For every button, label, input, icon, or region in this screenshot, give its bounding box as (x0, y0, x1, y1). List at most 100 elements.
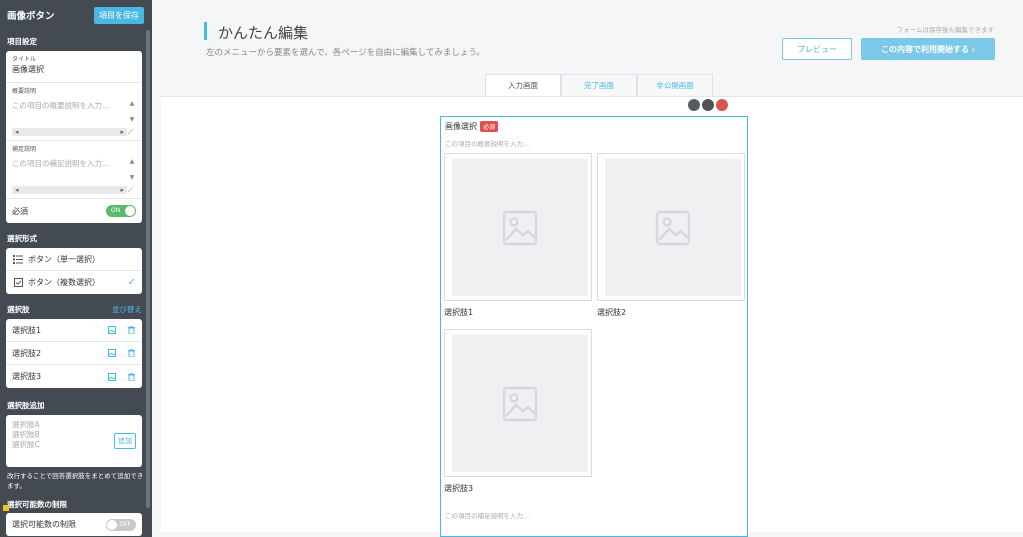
toggle-state: OFF (119, 520, 131, 528)
supplement-hscroll[interactable]: ◂ ▸ (12, 186, 127, 194)
delete-icon[interactable] (716, 99, 728, 111)
image-placeholder (452, 159, 588, 296)
summary-textarea[interactable]: この項目の概要説明を入力... (12, 96, 136, 111)
question-supplement: この項目の補足説明を入力... (445, 512, 530, 520)
add-placeholder-line: 選択肢B (12, 430, 40, 439)
question-title-row: 画像選択 必須 (445, 121, 499, 132)
list-icon (12, 254, 24, 264)
add-options-card: 選択肢A 選択肢B 選択肢C 追加 (6, 415, 142, 467)
options-label: 選択肢 (7, 305, 30, 314)
choice-label: 選択肢3 (444, 484, 474, 493)
option-row[interactable]: 選択肢3 (6, 365, 142, 388)
preview-button[interactable]: プレビュー (782, 38, 852, 60)
toggle-knob (125, 206, 135, 216)
supplement-field[interactable]: 補足説明 この項目の補足説明を入力... ▲ ▼ ◂ ▸ ⟋ (6, 141, 142, 199)
copy-icon[interactable] (702, 99, 714, 111)
move-handle-icon[interactable] (688, 99, 700, 111)
options-header: 選択肢 並び替え (0, 304, 152, 315)
image-placeholder (452, 335, 588, 472)
page-title: かんたん編集 (218, 24, 309, 42)
title-field[interactable]: タイトル 画像選択 (6, 51, 142, 83)
page-subtitle: 左のメニューから要素を選んで、各ページを自由に編集してみましょう。 (206, 48, 485, 58)
question-title: 画像選択 (445, 122, 477, 131)
selection-type-label: 選択形式 (7, 234, 37, 243)
reorder-link[interactable]: 並び替え (112, 304, 142, 315)
image-placeholder (605, 159, 741, 296)
summary-hscroll[interactable]: ◂ ▸ (12, 128, 127, 136)
sidebar-scrollbar[interactable] (146, 30, 150, 508)
required-label: 必須 (12, 206, 28, 216)
check-icon: ✓ (127, 277, 136, 288)
image-icon[interactable] (107, 325, 117, 335)
image-icon[interactable] (107, 372, 117, 382)
limit-section-label: 選択可能数の制限 (7, 500, 67, 509)
summary-field-label: 概要説明 (12, 88, 37, 95)
toggle-state: ON (111, 207, 121, 214)
title-field-value[interactable]: 画像選択 (12, 64, 136, 76)
supplement-textarea[interactable]: この項目の補足説明を入力... (12, 154, 136, 169)
trash-icon[interactable] (126, 325, 136, 335)
item-settings-label: 項目設定 (7, 37, 37, 46)
option-label[interactable]: 選択肢1 (12, 325, 98, 336)
required-toggle[interactable]: ON (106, 205, 136, 217)
option-label[interactable]: 選択肢2 (12, 348, 98, 359)
limit-toggle[interactable]: OFF (106, 518, 136, 531)
image-choice[interactable] (597, 153, 745, 301)
sidebar: 画像ボタン 項目を保存 項目設定 タイトル 画像選択 概要説明 この項目の概要説… (0, 0, 152, 537)
limit-row-label: 選択可能数の制限 (12, 520, 76, 529)
option-row[interactable]: 選択肢1 (6, 319, 142, 342)
item-settings-card: タイトル 画像選択 概要説明 この項目の概要説明を入力... ▲ ▼ ◂ ▸ ⟋ 補… (6, 51, 142, 223)
question-description: この項目の概要説明を入力... (445, 140, 530, 148)
resize-grip-icon[interactable]: ⟋ (128, 128, 136, 136)
resize-grip-icon[interactable]: ⟋ (128, 186, 136, 194)
required-row: 必須 ON (6, 199, 142, 223)
title-field-label: タイトル (12, 56, 37, 63)
add-options-label: 選択肢追加 (7, 401, 45, 410)
add-placeholder-line: 選択肢A (12, 420, 40, 429)
sidebar-title: 画像ボタン (7, 11, 55, 22)
scroll-left-icon[interactable]: ◂ (15, 186, 19, 194)
selection-type-card: ボタン（単一選択） ボタン（複数選択） ✓ (6, 248, 142, 294)
summary-vscroll[interactable]: ▲ ▼ (128, 100, 136, 124)
scroll-left-icon[interactable]: ◂ (15, 128, 19, 136)
limit-card: 選択可能数の制限 OFF (6, 513, 142, 536)
add-options-textarea[interactable]: 選択肢A 選択肢B 選択肢C (12, 420, 109, 462)
selection-type-label-multiple: ボタン（複数選択） (28, 278, 100, 287)
add-options-button[interactable]: 追加 (114, 433, 136, 449)
image-choice[interactable] (444, 153, 592, 301)
supplement-vscroll[interactable]: ▲ ▼ (128, 158, 136, 182)
scroll-right-icon[interactable]: ▸ (120, 186, 124, 194)
image-icon (655, 210, 691, 245)
trash-icon[interactable] (126, 348, 136, 358)
start-using-button[interactable]: この内容で利用開始する › (861, 38, 995, 60)
autosave-note: フォームは保存後も編集できます (896, 26, 994, 34)
image-icon (502, 210, 538, 245)
add-options-note: 改行することで回答選択肢をまとめて追加できます。 (7, 472, 144, 490)
summary-field[interactable]: 概要説明 この項目の概要説明を入力... ▲ ▼ ◂ ▸ ⟋ (6, 83, 142, 141)
tab-complete[interactable]: 完了画面 (561, 74, 637, 96)
add-placeholder-line: 選択肢C (12, 440, 40, 449)
item-actions (688, 99, 730, 111)
tab-input[interactable]: 入力画面 (485, 74, 561, 96)
selection-type-single[interactable]: ボタン（単一選択） (6, 248, 142, 271)
save-item-button[interactable]: 項目を保存 (94, 6, 144, 24)
choice-label: 選択肢2 (597, 308, 627, 317)
main-area: かんたん編集 左のメニューから要素を選んで、各ページを自由に編集してみましょう。… (152, 0, 1023, 537)
option-row[interactable]: 選択肢2 (6, 342, 142, 365)
checkbox-icon (12, 278, 24, 288)
image-choice[interactable] (444, 329, 592, 477)
screen-tabs: 入力画面 完了画面 非公開画面 (485, 74, 713, 96)
limit-row: 選択可能数の制限 OFF (6, 513, 142, 536)
selection-type-multiple[interactable]: ボタン（複数選択） ✓ (6, 271, 142, 294)
required-badge: 必須 (480, 121, 499, 132)
image-icon[interactable] (107, 348, 117, 358)
image-select-question[interactable]: 画像選択 必須 この項目の概要説明を入力... 選択肢1 選択肢2 選択肢3 こ… (440, 116, 748, 537)
supplement-field-label: 補足説明 (12, 146, 37, 153)
tab-private[interactable]: 非公開画面 (637, 74, 713, 96)
selection-type-label-single: ボタン（単一選択） (28, 254, 100, 264)
scroll-right-icon[interactable]: ▸ (120, 128, 124, 136)
choice-label: 選択肢1 (444, 308, 474, 317)
toggle-knob (107, 519, 117, 530)
trash-icon[interactable] (126, 372, 136, 382)
option-label[interactable]: 選択肢3 (12, 371, 98, 382)
